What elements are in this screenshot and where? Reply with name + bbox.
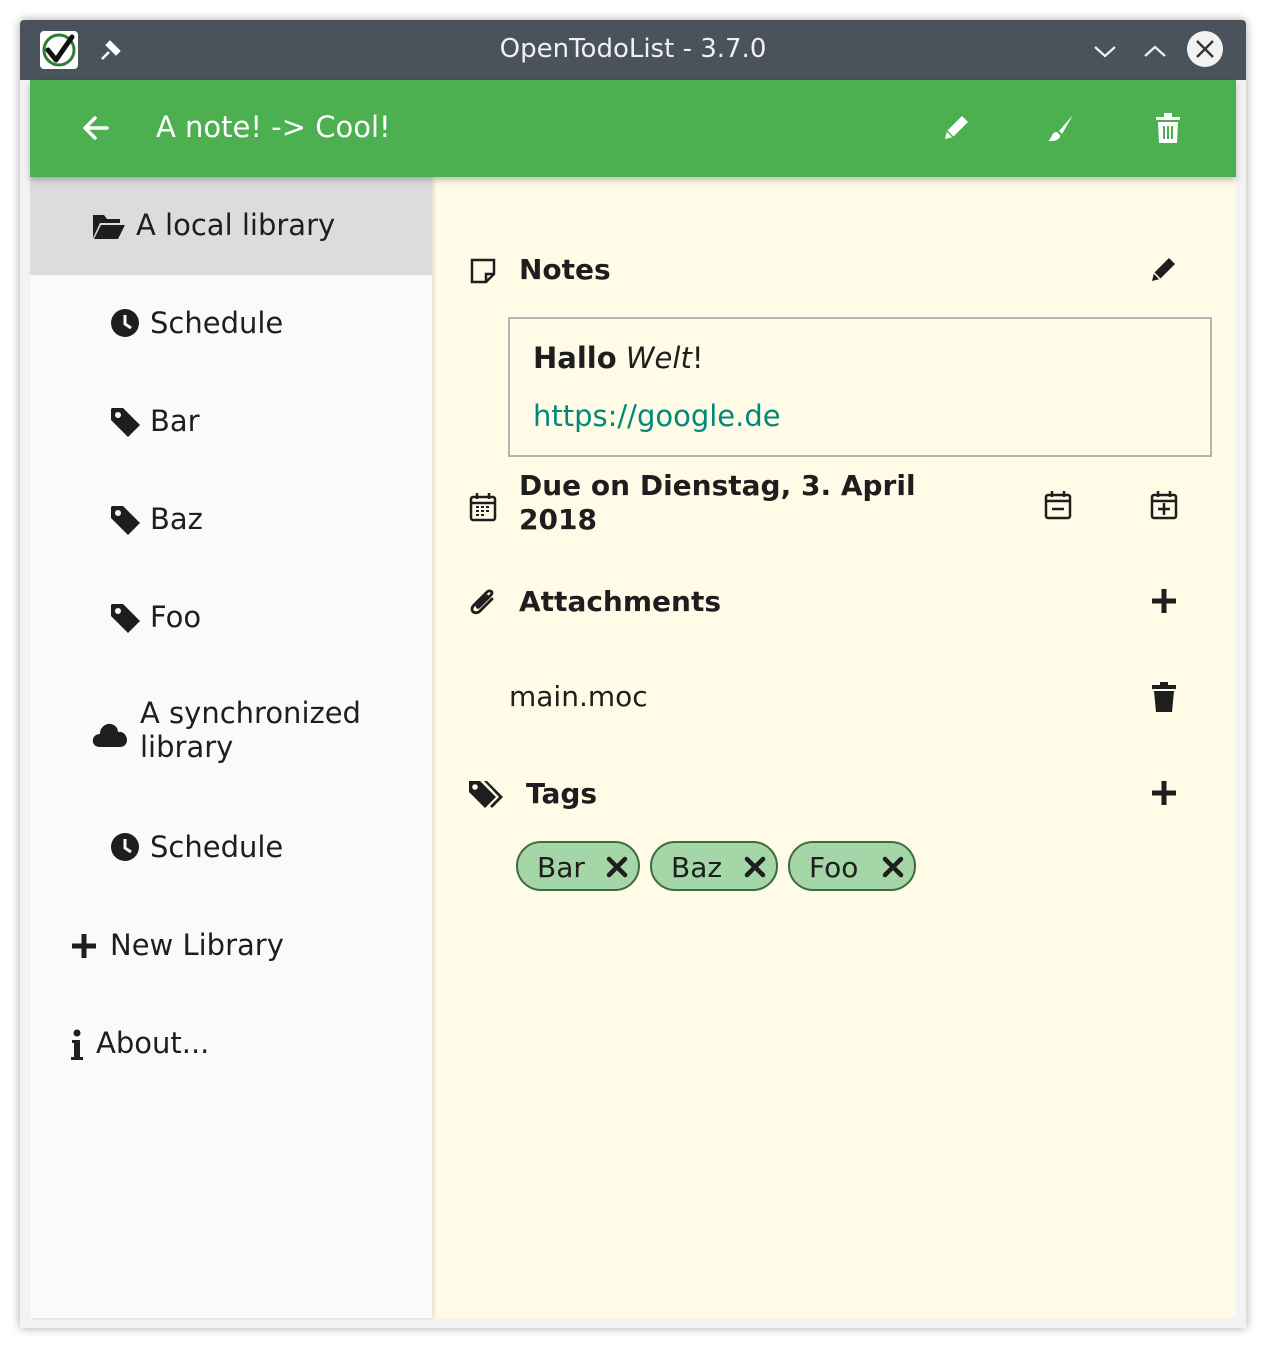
remove-tag-icon[interactable] <box>882 856 904 882</box>
tags-section-title: Tags <box>526 777 598 810</box>
sidebar: A local library Schedule Bar Baz Foo A s… <box>30 177 432 1318</box>
clear-due-date-button[interactable] <box>1044 490 1072 524</box>
window-title: OpenTodoList - 3.7.0 <box>499 34 767 64</box>
item-detail-pane: Notes Hallo Welt! https://google.de Due … <box>432 177 1236 1318</box>
folder-open-icon <box>92 211 126 248</box>
sidebar-item-synchronized-library[interactable]: A synchronized library <box>30 667 432 789</box>
remove-tag-icon[interactable] <box>606 856 628 882</box>
sidebar-item-label: About... <box>96 1026 210 1060</box>
notes-section-title: Notes <box>519 253 611 286</box>
cloud-icon <box>92 720 128 755</box>
app-window: OpenTodoList - 3.7.0 A note! -> Cool! A … <box>20 20 1246 1328</box>
note-link[interactable]: https://google.de <box>533 399 781 433</box>
about-button[interactable]: About... <box>30 995 432 1093</box>
back-arrow-icon[interactable] <box>82 114 110 146</box>
sidebar-item-label: Baz <box>150 502 203 536</box>
tag-chip-bar[interactable]: Bar <box>516 841 640 891</box>
tag-icon <box>110 504 142 543</box>
remove-tag-icon[interactable] <box>744 856 766 882</box>
sidebar-item-label: Bar <box>150 404 200 438</box>
tags-icon <box>468 778 506 814</box>
note-italic-text: Welt <box>625 341 692 375</box>
close-button[interactable] <box>1187 31 1223 67</box>
window-titlebar[interactable]: OpenTodoList - 3.7.0 <box>20 20 1246 80</box>
set-due-date-button[interactable] <box>1150 490 1178 524</box>
tag-chip-label: Baz <box>671 851 723 884</box>
add-attachment-button[interactable] <box>1150 587 1178 619</box>
plus-icon <box>70 932 98 967</box>
minimize-button[interactable] <box>1092 38 1118 68</box>
tag-chip-baz[interactable]: Baz <box>650 841 778 891</box>
sidebar-item-tag-bar[interactable]: Bar <box>30 373 432 471</box>
sidebar-item-label: Schedule <box>150 306 284 340</box>
new-library-button[interactable]: New Library <box>30 897 432 995</box>
sidebar-item-local-library[interactable]: A local library <box>30 177 432 275</box>
due-date-title: Due on Dienstag, 3. April 2018 <box>519 469 916 537</box>
delete-item-button[interactable] <box>1153 112 1183 148</box>
delete-attachment-button[interactable] <box>1152 682 1176 716</box>
tag-chip-label: Foo <box>809 851 859 884</box>
sidebar-item-label: A synchronized library <box>140 696 361 764</box>
tag-icon <box>110 406 142 445</box>
note-text: Hallo Welt! <box>533 341 703 375</box>
clock-icon <box>110 308 140 345</box>
sidebar-item-schedule[interactable]: Schedule <box>30 275 432 373</box>
tag-icon <box>110 602 142 641</box>
due-date-line1: Due on Dienstag, 3. April <box>519 469 916 502</box>
note-bold-text: Hallo <box>533 341 617 375</box>
notes-content-box[interactable]: Hallo Welt! https://google.de <box>508 317 1212 457</box>
sidebar-item-label: Foo <box>150 600 202 634</box>
color-brush-button[interactable] <box>1045 112 1077 148</box>
edit-title-button[interactable] <box>940 112 972 148</box>
paperclip-icon <box>468 586 498 622</box>
sidebar-item-schedule-sync[interactable]: Schedule <box>30 799 432 897</box>
sidebar-item-tag-foo[interactable]: Foo <box>30 569 432 667</box>
page-header: A note! -> Cool! <box>30 80 1236 177</box>
add-tag-button[interactable] <box>1150 779 1178 811</box>
sidebar-item-label: New Library <box>110 928 284 962</box>
edit-notes-button[interactable] <box>1148 253 1180 289</box>
info-icon <box>70 1029 84 1068</box>
sidebar-item-label: A local library <box>136 208 336 242</box>
note-text-end: ! <box>691 341 704 375</box>
attachments-section-title: Attachments <box>519 585 722 618</box>
page-title: A note! -> Cool! <box>156 110 391 144</box>
clock-icon <box>110 832 140 869</box>
sticky-note-icon <box>469 257 497 289</box>
calendar-icon <box>469 492 497 526</box>
sidebar-item-tag-baz[interactable]: Baz <box>30 471 432 569</box>
tag-chip-foo[interactable]: Foo <box>788 841 916 891</box>
tag-chip-label: Bar <box>537 851 585 884</box>
attachment-item[interactable]: main.moc <box>509 680 648 713</box>
maximize-button[interactable] <box>1142 38 1168 68</box>
due-date-line2: 2018 <box>519 503 597 536</box>
sidebar-item-label: Schedule <box>150 830 284 864</box>
